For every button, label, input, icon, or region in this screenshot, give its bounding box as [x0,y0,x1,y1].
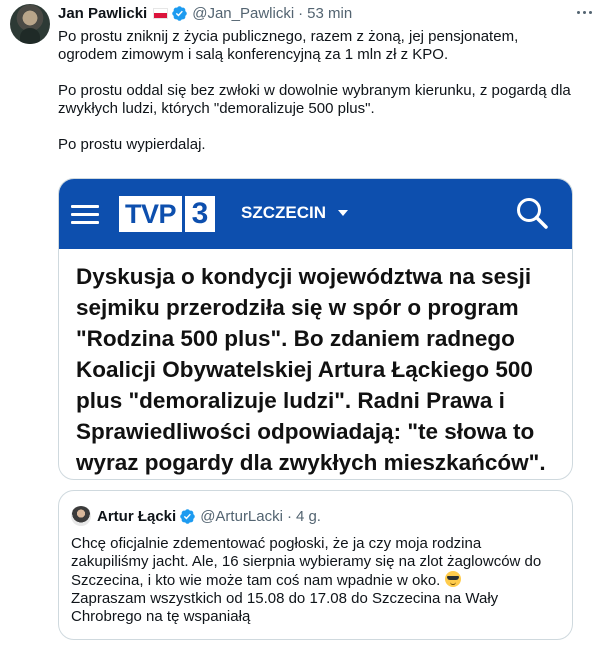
quoted-tweet-text: Chcę oficjalnie zdementować pogłoski, że… [71,535,551,626]
tvp-logo-text: TVP [119,196,183,232]
author-avatar[interactable] [10,4,50,44]
hamburger-menu-icon [71,205,99,224]
region-label: SZCZECIN [241,203,326,222]
timestamp[interactable]: 53 min [307,5,352,22]
quoted-timestamp: 4 g. [295,507,321,525]
more-options-icon[interactable] [571,2,597,22]
quoted-author-handle: @ArturLacki [200,507,283,525]
quoted-author-avatar [71,506,91,526]
verified-badge-icon [180,508,195,524]
quoted-text-part-2: Zapraszam wszystkich od 15.08 do 17.08 d… [71,590,499,625]
tweet-paragraph-2: Po prostu oddal się bez zwłoki w dowolni… [58,82,571,117]
verified-badge-icon [172,5,187,21]
author-handle[interactable]: @Jan_Pawlicki [192,5,294,22]
separator-dot: · [286,507,292,525]
tvp3-logo: TVP 3 [119,196,216,232]
separator-dot: · [298,4,304,22]
quoted-tweet[interactable]: Artur Łącki @ArturLacki · 4 g. Chcę ofic… [58,490,573,640]
tvp-header-bar: TVP 3 SZCZECIN [59,179,572,249]
tweet-header: Jan Pawlicki @Jan_Pawlicki · 53 min [58,4,569,22]
poland-flag-icon [153,7,169,19]
attached-image[interactable]: TVP 3 SZCZECIN Dyskusja o kondycji wojew… [58,178,573,480]
caret-down-icon [338,210,348,216]
tweet-text: Po prostu zniknij z życia publicznego, r… [58,28,578,172]
search-icon [517,198,548,229]
author-name[interactable]: Jan Pawlicki [58,5,147,22]
quoted-author-name: Artur Łącki [97,507,177,525]
article-lead-text: Dyskusja o kondycji województwa na sesji… [76,264,546,475]
quoted-text-part-1: Chcę oficjalnie zdementować pogłoski, że… [71,535,542,589]
tweet-paragraph-3: Po prostu wypierdalaj. [58,136,206,153]
sunglasses-emoji-icon [444,571,461,587]
tweet-paragraph-1: Po prostu zniknij z życia publicznego, r… [58,28,519,63]
tvp-logo-number: 3 [185,196,216,232]
quoted-tweet-header: Artur Łącki @ArturLacki · 4 g. [71,505,321,527]
region-selector: SZCZECIN [241,203,348,223]
